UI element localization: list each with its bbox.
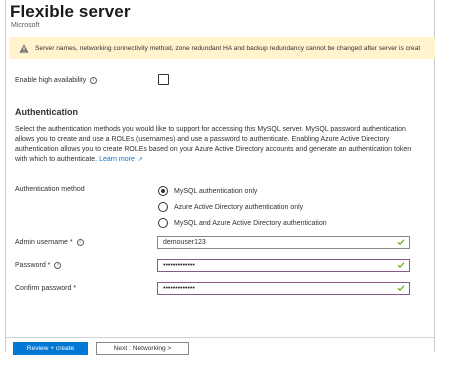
review-create-button[interactable]: Review + create [13,342,88,355]
confirm-password-input[interactable]: ••••••••••••• [157,282,410,295]
content-border-left [5,0,6,352]
radio-button-selected[interactable] [158,186,168,196]
password-label-text: Password * [15,262,51,269]
admin-username-label: Admin username * i [15,239,84,246]
radio-button[interactable] [158,202,168,212]
admin-username-label-text: Admin username * [15,239,73,246]
authentication-method-radio-group: MySQL authentication only Azure Active D… [158,183,327,231]
radio-button[interactable] [158,218,168,228]
authentication-description-text: Select the authentication methods you wo… [15,126,412,163]
more-options-button[interactable]: ··· [114,6,128,18]
authentication-section-title: Authentication [15,107,78,117]
learn-more-link[interactable]: Learn more [99,156,135,163]
info-icon[interactable]: i [54,262,62,269]
radio-option-label: MySQL authentication only [174,187,258,195]
confirm-password-label: Confirm password * [15,285,76,292]
info-icon[interactable]: i [90,77,98,84]
page-title: Flexible server [10,2,131,21]
high-availability-label: Enable high availability i [15,77,98,84]
warning-icon [19,43,29,53]
high-availability-label-text: Enable high availability [15,77,87,84]
password-value: ••••••••••••• [163,262,195,269]
confirm-password-value: ••••••••••••• [163,285,195,292]
external-link-icon: ↗ [137,157,143,163]
radio-option-label: Azure Active Directory authentication on… [174,203,304,211]
valid-check-icon [397,239,405,245]
password-input[interactable]: ••••••••••••• [157,259,410,272]
valid-check-icon [397,262,405,268]
info-icon[interactable]: i [76,239,84,246]
authentication-description: Select the authentication methods you wo… [15,125,425,165]
footer-divider [5,337,435,338]
password-label: Password * i [15,262,62,269]
next-networking-button[interactable]: Next : Networking > [96,342,189,355]
radio-option-label: MySQL and Azure Active Directory authent… [174,219,327,227]
high-availability-checkbox[interactable] [158,74,169,85]
page-subtitle: Microsoft [11,22,40,29]
confirm-password-label-text: Confirm password * [15,285,77,292]
admin-username-input[interactable]: demouser123 [157,236,410,249]
radio-option-aad-only[interactable]: Azure Active Directory authentication on… [158,199,327,215]
authentication-method-label: Authentication method [15,186,85,193]
warning-text: Server names, networking connectivity me… [35,44,421,52]
admin-username-value: demouser123 [163,239,206,246]
valid-check-icon [397,285,405,291]
radio-option-mysql-only[interactable]: MySQL authentication only [158,183,327,199]
radio-option-mysql-and-aad[interactable]: MySQL and Azure Active Directory authent… [158,215,327,231]
warning-banner: Server names, networking connectivity me… [9,37,435,59]
